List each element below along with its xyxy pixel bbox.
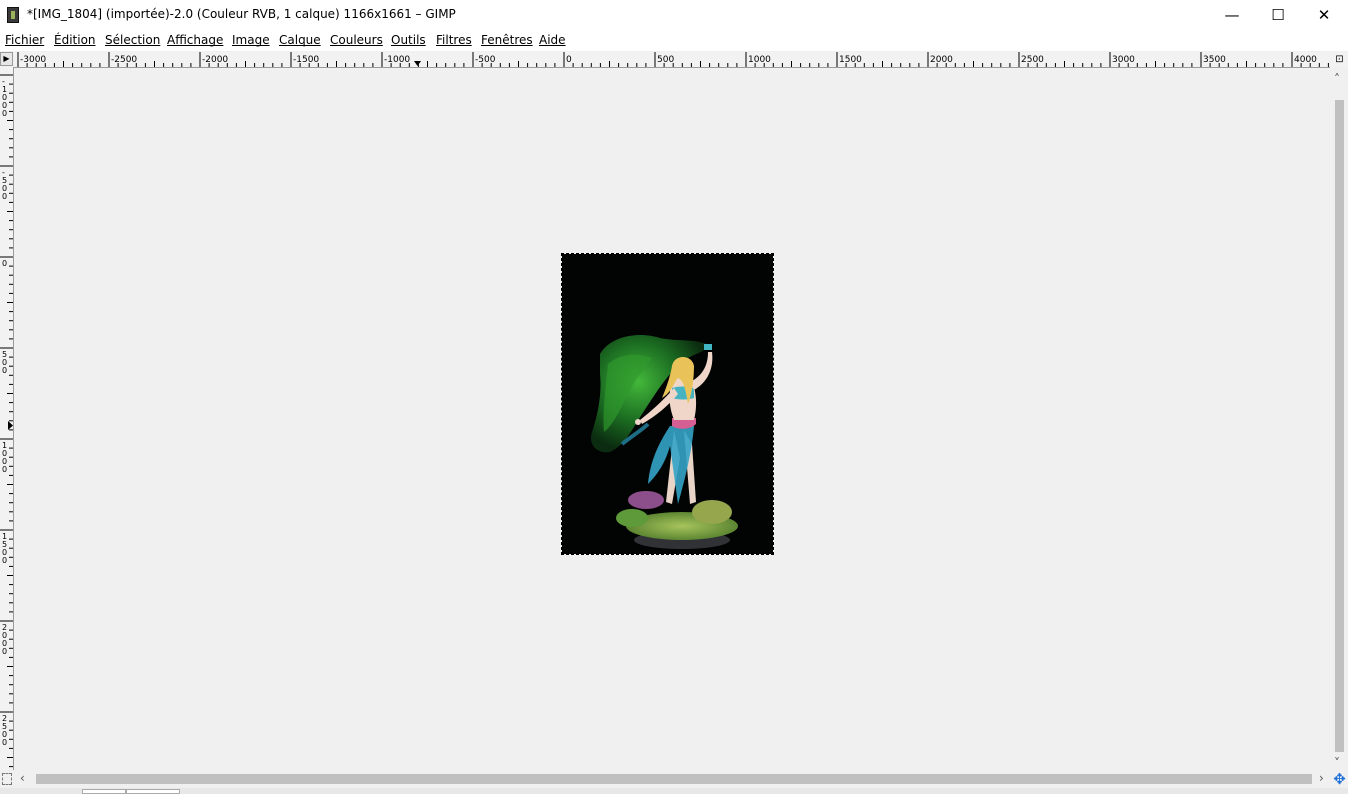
status-unit-tab[interactable] (82, 789, 126, 794)
scroll-down-icon[interactable]: ˅ (1334, 757, 1340, 769)
vertical-scroll-thumb[interactable] (1335, 100, 1344, 752)
vertical-ruler-svg: -1 0 0 0 -5 0 0 0 5 0 0 1 0 0 0 1 5 0 0 2 0 0 0 2 5 0 0 (0, 74, 13, 768)
vertical-ruler[interactable]: -1 0 0 0 -5 0 0 0 5 0 0 1 0 0 0 1 5 0 0 2 0 0 0 2 5 0 0 (0, 67, 14, 770)
ruler-label: 1500 (839, 55, 862, 65)
pointer-marker-icon (414, 61, 421, 66)
menu-fichier[interactable]: Fichier (5, 33, 44, 47)
scroll-right-icon[interactable]: › (1319, 772, 1324, 784)
ruler-label: -1000 (2, 77, 7, 118)
menu-outils[interactable]: Outils (391, 33, 426, 47)
ruler-label: 1000 (748, 55, 771, 65)
image-layer[interactable] (561, 253, 774, 555)
ruler-label: 1500 (2, 532, 7, 565)
ruler-label: 2000 (930, 55, 953, 65)
status-bar (0, 788, 1348, 794)
menu-calque[interactable]: Calque (279, 33, 321, 47)
horizontal-scrollbar[interactable]: ‹ › (14, 770, 1330, 788)
ruler-label: -500 (475, 55, 496, 65)
ruler-label: 3000 (1112, 55, 1135, 65)
menu-filtres[interactable]: Filtres (436, 33, 472, 47)
menu-edition[interactable]: Édition (54, 33, 96, 47)
ruler-label: -3000 (20, 55, 46, 65)
horizontal-scroll-thumb[interactable] (36, 774, 1312, 784)
ruler-label: -1000 (384, 55, 410, 65)
ruler-label: 4000 (1294, 55, 1317, 65)
window-title: *[IMG_1804] (importée)-2.0 (Couleur RVB,… (27, 7, 456, 21)
quick-mask-icon[interactable] (2, 773, 12, 785)
menu-couleurs[interactable]: Couleurs (330, 33, 383, 47)
ruler-label: 2500 (2, 714, 7, 747)
menu-image[interactable]: Image (232, 33, 270, 47)
horizontal-ruler-svg: -3000 -2500 -2000 -1500 -1000 -500 0 500 1000 150… (17, 52, 1329, 67)
minimize-button[interactable]: — (1209, 0, 1255, 30)
status-zoom-tab[interactable] (126, 789, 180, 794)
menu-bar: Fichier Édition Sélection Affichage Imag… (0, 30, 1348, 51)
ruler-label: -1500 (293, 55, 319, 65)
scroll-up-icon[interactable]: ˄ (1334, 73, 1340, 85)
maximize-button[interactable]: ☐ (1255, 0, 1301, 30)
ruler-label: 0 (2, 259, 7, 268)
menu-selection[interactable]: Sélection (105, 33, 160, 47)
image-canvas[interactable] (14, 68, 1330, 770)
menu-fenetres[interactable]: Fenêtres (481, 33, 533, 47)
ruler-label: 1000 (2, 441, 7, 474)
gimp-app-icon[interactable] (7, 7, 19, 23)
ruler-label: 500 (2, 350, 7, 375)
close-button[interactable]: ✕ (1301, 0, 1347, 30)
ruler-label: 500 (657, 55, 674, 65)
horizontal-ruler[interactable]: -3000 -2500 -2000 -1500 -1000 -500 0 500 1000 150… (14, 52, 1330, 68)
menu-affichage[interactable]: Affichage (167, 33, 223, 47)
miniature-figure-image (562, 254, 773, 554)
ruler-label: -500 (2, 168, 7, 201)
ruler-label: 0 (566, 55, 572, 65)
pointer-marker-vertical-icon (8, 421, 13, 430)
navigate-icon[interactable]: ✥ (1331, 771, 1348, 788)
ruler-label: -2000 (202, 55, 228, 65)
ruler-label: -2500 (111, 55, 137, 65)
zoom-fit-icon[interactable]: ⊡ (1331, 52, 1348, 67)
scroll-left-icon[interactable]: ‹ (20, 772, 25, 784)
vertical-scrollbar[interactable]: ˄ ˅ (1330, 67, 1348, 770)
menu-triangle-icon[interactable]: ▶ (0, 52, 13, 66)
title-bar: *[IMG_1804] (importée)-2.0 (Couleur RVB,… (0, 0, 1348, 30)
ruler-label: 2500 (1021, 55, 1044, 65)
menu-aide[interactable]: Aide (539, 33, 566, 47)
ruler-label: 2000 (2, 623, 7, 656)
ruler-label: 3500 (1203, 55, 1226, 65)
